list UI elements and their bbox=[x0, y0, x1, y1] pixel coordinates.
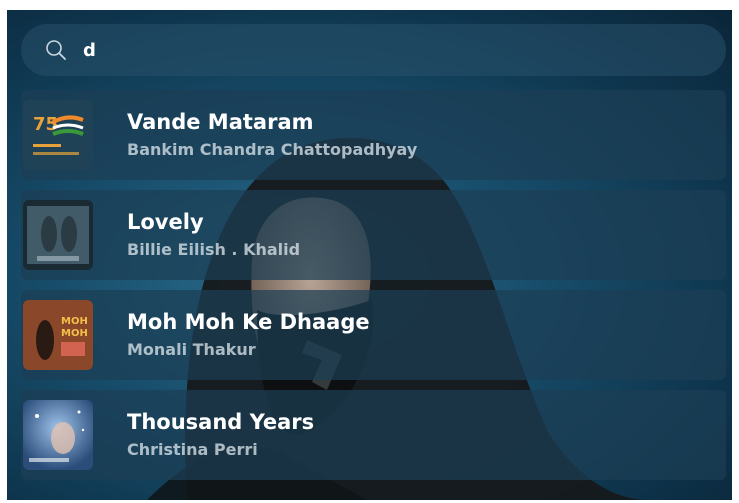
result-item[interactable]: MOH MOH Moh Moh Ke Dhaage Monali Thakur bbox=[21, 290, 726, 380]
result-item[interactable]: Thousand Years Christina Perri bbox=[21, 390, 726, 480]
song-artist: Bankim Chandra Chattopadhyay bbox=[127, 140, 418, 159]
page-margin bbox=[733, 0, 739, 503]
song-title: Thousand Years bbox=[127, 410, 315, 434]
song-artist: Billie Eilish . Khalid bbox=[127, 240, 301, 259]
song-artist: Monali Thakur bbox=[127, 340, 256, 359]
music-search-panel: 75 Vande Mataram Bankim Chandra Chattopa… bbox=[7, 10, 732, 500]
search-bar[interactable] bbox=[21, 24, 726, 76]
search-input[interactable] bbox=[83, 39, 643, 61]
song-title: Moh Moh Ke Dhaage bbox=[127, 310, 370, 334]
search-results-list: 75 Vande Mataram Bankim Chandra Chattopa… bbox=[21, 90, 726, 490]
svg-text:MOH: MOH bbox=[61, 328, 88, 339]
song-title: Vande Mataram bbox=[127, 110, 314, 134]
moh-moh-album-art: MOH MOH bbox=[23, 300, 93, 370]
svg-text:MOH: MOH bbox=[61, 316, 88, 327]
result-item[interactable]: Lovely Billie Eilish . Khalid bbox=[21, 190, 726, 280]
search-icon bbox=[41, 35, 71, 65]
thousand-years-album-art bbox=[23, 400, 93, 470]
song-title: Lovely bbox=[127, 210, 204, 234]
lovely-album-art bbox=[23, 200, 93, 270]
result-item[interactable]: 75 Vande Mataram Bankim Chandra Chattopa… bbox=[21, 90, 726, 180]
azadi-ka-amrit-mahotsav-logo: 75 bbox=[23, 100, 93, 170]
song-artist: Christina Perri bbox=[127, 440, 258, 459]
